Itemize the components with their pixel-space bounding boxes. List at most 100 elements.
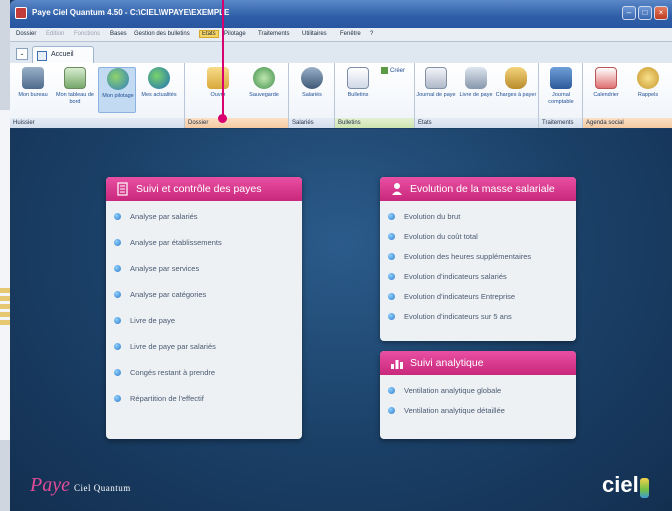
menu-fenetre[interactable]: Fenêtre bbox=[340, 31, 361, 37]
menu-gestion-bulletins[interactable]: Gestion des bulletins bbox=[134, 31, 190, 37]
bulletins-button[interactable]: Bulletins bbox=[339, 67, 377, 113]
group-label-etats: Etats bbox=[415, 118, 538, 128]
panel-header-payes: Suivi et contrôle des payes bbox=[106, 177, 302, 201]
folder-open-icon bbox=[207, 67, 229, 89]
link-ventilation-globale[interactable]: Ventilation analytique globale bbox=[388, 385, 576, 405]
person-icon bbox=[392, 183, 402, 195]
group-label-agenda: Agenda social bbox=[583, 118, 672, 128]
link-evolution-cout-total[interactable]: Evolution du coût total bbox=[388, 231, 576, 251]
bullet-icon bbox=[388, 293, 395, 300]
document-icon bbox=[347, 67, 369, 89]
panel-title-masse: Evolution de la masse salariale bbox=[410, 183, 555, 195]
app-icon bbox=[15, 7, 27, 19]
link-label: Analyse par salariés bbox=[130, 212, 198, 221]
salaries-button[interactable]: Salariés bbox=[293, 67, 331, 113]
link-ventilation-detaillee[interactable]: Ventilation analytique détaillée bbox=[388, 405, 576, 425]
ciel-logo-mark bbox=[639, 478, 649, 498]
panel-title-payes: Suivi et contrôle des payes bbox=[136, 183, 262, 195]
menu-traitements[interactable]: Traitements bbox=[258, 31, 289, 37]
bullet-icon bbox=[114, 317, 121, 324]
link-analyse-services[interactable]: Analyse par services bbox=[114, 263, 302, 289]
link-analyse-salaries[interactable]: Analyse par salariés bbox=[114, 211, 302, 237]
menu-edition[interactable]: Edition bbox=[46, 31, 64, 37]
bullet-icon bbox=[114, 343, 121, 350]
link-evolution-brut[interactable]: Evolution du brut bbox=[388, 211, 576, 231]
create-icon bbox=[381, 67, 388, 74]
bullet-icon bbox=[388, 407, 395, 414]
desk-icon bbox=[22, 67, 44, 89]
close-button[interactable]: × bbox=[654, 6, 668, 20]
maximize-button[interactable]: □ bbox=[638, 6, 652, 20]
menu-utilitaires[interactable]: Utilitaires bbox=[302, 31, 327, 37]
ouvrir-button[interactable]: Ouvrir bbox=[199, 67, 237, 113]
journal-de-paye-button[interactable]: Journal de paye bbox=[416, 67, 456, 113]
backup-icon bbox=[253, 67, 275, 89]
group-label-traitements: Traitements bbox=[539, 118, 582, 128]
menu-pilotage[interactable]: Pilotage bbox=[224, 31, 246, 37]
globe-icon bbox=[107, 68, 129, 90]
money-bag-icon bbox=[505, 67, 527, 89]
livre-de-paye-button[interactable]: Livre de paye bbox=[457, 67, 495, 113]
livre-paye-label: Livre de paye bbox=[459, 92, 493, 98]
link-label: Evolution des heures supplémentaires bbox=[404, 252, 532, 261]
rappels-label: Rappels bbox=[637, 92, 659, 98]
link-livre-paye-salaries[interactable]: Livre de paye par salariés bbox=[114, 341, 302, 367]
link-indicateurs-entreprise[interactable]: Evolution d'indicateurs Entreprise bbox=[388, 291, 576, 311]
bullet-icon bbox=[114, 239, 121, 246]
link-indicateurs-salaries[interactable]: Evolution d'indicateurs salariés bbox=[388, 271, 576, 291]
link-repartition-effectif[interactable]: Répartition de l'effectif bbox=[114, 393, 302, 419]
salaries-label: Salariés bbox=[302, 92, 322, 98]
calendrier-button[interactable]: Calendrier bbox=[587, 67, 625, 113]
app-window: Paye Ciel Quantum 4.50 - C:\CIEL\WPAYE\E… bbox=[10, 0, 672, 511]
link-conges-restant[interactable]: Congés restant à prendre bbox=[114, 367, 302, 393]
charges-a-payer-button[interactable]: Charges à payer bbox=[496, 67, 536, 113]
mon-pilotage-label: Mon pilotage bbox=[102, 93, 134, 99]
bullet-icon bbox=[388, 253, 395, 260]
ribbon-group-dossier: Ouvrir Sauvegarde Dossier bbox=[185, 63, 289, 128]
ribbon-group-traitements: Journal comptable Traitements bbox=[539, 63, 583, 128]
ribbon-group-etats: Journal de paye Livre de paye Charges à … bbox=[415, 63, 539, 128]
link-analyse-categories[interactable]: Analyse par catégories bbox=[114, 289, 302, 315]
tab-accueil[interactable]: Accueil bbox=[32, 46, 94, 64]
home-tab-icon bbox=[37, 51, 47, 61]
panel-evolution-masse-salariale: Evolution de la masse salariale Evolutio… bbox=[380, 177, 576, 341]
link-evolution-heures-sup[interactable]: Evolution des heures supplémentaires bbox=[388, 251, 576, 271]
link-analyse-etablissements[interactable]: Analyse par établissements bbox=[114, 237, 302, 263]
mon-tableau-de-bord-button[interactable]: Mon tableau de bord bbox=[56, 67, 94, 113]
ciel-logo: ciel bbox=[602, 472, 649, 498]
journal-comptable-label: Journal comptable bbox=[548, 92, 574, 105]
rappels-button[interactable]: Rappels bbox=[629, 67, 667, 113]
ribbon-tab-row: - Accueil bbox=[10, 42, 672, 64]
menu-dossier[interactable]: Dossier bbox=[16, 31, 36, 37]
bullet-icon bbox=[388, 213, 395, 220]
link-label: Analyse par catégories bbox=[130, 290, 207, 299]
book-icon bbox=[465, 67, 487, 89]
link-label: Evolution d'indicateurs sur 5 ans bbox=[404, 312, 512, 321]
menu-etats[interactable]: Etats bbox=[199, 30, 219, 38]
menu-bases[interactable]: Bases bbox=[110, 31, 127, 37]
mon-pilotage-button[interactable]: Mon pilotage bbox=[98, 67, 136, 113]
link-indicateurs-5-ans[interactable]: Evolution d'indicateurs sur 5 ans bbox=[388, 311, 576, 331]
creer-button[interactable]: Créer bbox=[381, 67, 405, 74]
link-label: Répartition de l'effectif bbox=[130, 394, 204, 403]
chart-icon bbox=[64, 67, 86, 89]
ribbon: Mon bureau Mon tableau de bord Mon pilot… bbox=[10, 63, 672, 128]
window-title: Paye Ciel Quantum 4.50 - C:\CIEL\WPAYE\E… bbox=[32, 8, 230, 17]
ribbon-group-bulletins: Bulletins Créer Bulletins bbox=[335, 63, 415, 128]
sauvegarde-button[interactable]: Sauvegarde bbox=[245, 67, 283, 113]
menu-fonctions[interactable]: Fonctions bbox=[74, 31, 100, 37]
panel-suivi-analytique: Suivi analytique Ventilation analytique … bbox=[380, 351, 576, 439]
ribbon-minimize-toggle[interactable]: - bbox=[16, 48, 28, 60]
link-livre-de-paye[interactable]: Livre de paye bbox=[114, 315, 302, 341]
document-list-icon bbox=[117, 182, 128, 196]
minimize-button[interactable]: – bbox=[622, 6, 636, 20]
mes-actualites-button[interactable]: Mes actualités bbox=[140, 67, 178, 113]
mon-bureau-button[interactable]: Mon bureau bbox=[14, 67, 52, 113]
journal-comptable-button[interactable]: Journal comptable bbox=[542, 67, 580, 113]
link-label: Ventilation analytique détaillée bbox=[404, 406, 505, 415]
link-label: Analyse par établissements bbox=[130, 238, 222, 247]
menu-help[interactable]: ? bbox=[370, 31, 373, 37]
group-label-huissier: Huissier bbox=[10, 118, 184, 128]
product-branding: Paye Ciel Quantum bbox=[30, 474, 131, 497]
calendrier-label: Calendrier bbox=[593, 92, 619, 98]
